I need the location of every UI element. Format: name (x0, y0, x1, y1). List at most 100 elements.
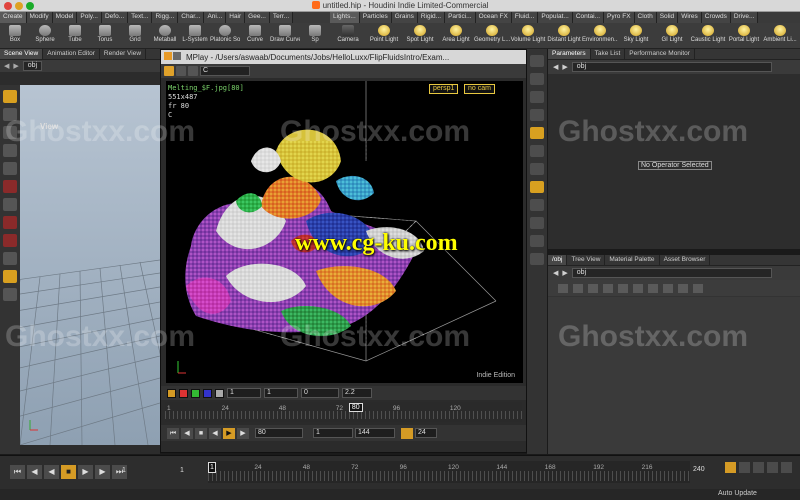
net-layout-icon[interactable] (558, 283, 568, 293)
camera-icon[interactable] (530, 145, 544, 157)
shelf-tab[interactable]: Char... (178, 12, 205, 23)
shelf-tool-button[interactable]: Caustic Light (690, 23, 726, 48)
shelf-tool-button[interactable]: Sky Light (618, 23, 654, 48)
shelf-tab[interactable]: Create (0, 12, 27, 23)
lock-icon[interactable] (530, 73, 544, 85)
shelf-tab[interactable]: Contai... (572, 12, 605, 23)
shelf-tab[interactable]: Rigg... (152, 12, 179, 23)
shelf-tool-button[interactable]: Spot Light (402, 23, 438, 48)
shelf-tab[interactable]: Fluid... (511, 12, 539, 23)
shelf-tool-button[interactable]: Distant Light (546, 23, 582, 48)
pane-tab[interactable]: Performance Monitor (625, 49, 695, 59)
shelf-tab[interactable]: Pyro FX (604, 12, 635, 23)
params-back-icon[interactable]: ◀ (553, 63, 558, 71)
shelf-tab[interactable]: Hair (226, 12, 246, 23)
pose-tool-icon[interactable] (3, 198, 17, 211)
net-flags-icon[interactable] (678, 283, 688, 293)
shelf-tool-button[interactable]: Sphere (30, 23, 60, 48)
pane-tab[interactable]: Render View (100, 49, 147, 59)
mplay-channel-select[interactable]: C (200, 66, 250, 76)
first-frame-icon[interactable]: ⏮ (167, 427, 179, 439)
shelf-tool-button[interactable]: Grid (120, 23, 150, 48)
shelf-tool-button[interactable]: Volume Light (510, 23, 546, 48)
points-icon[interactable] (530, 253, 544, 265)
shelf-tool-button[interactable]: Camera (330, 23, 366, 48)
shelf-tool-button[interactable]: Point Light (366, 23, 402, 48)
mplay-grid-icon[interactable] (176, 66, 186, 76)
shelf-tab[interactable]: Solid (656, 12, 679, 23)
left-path-field[interactable]: obj (22, 61, 43, 71)
shelf-tool-button[interactable]: Ambient Li... (762, 23, 798, 48)
net-snap-icon[interactable] (663, 283, 673, 293)
shelf-tab[interactable]: Text... (128, 12, 153, 23)
shelf-tool-button[interactable]: Draw Curve (270, 23, 300, 48)
black-point-field[interactable]: 0 (301, 388, 339, 398)
current-frame-field[interactable]: 80 (255, 428, 303, 438)
play-icon[interactable]: ▶ (223, 427, 235, 439)
pane-tab[interactable]: Scene View (0, 49, 44, 59)
shelf-tab[interactable]: Terr... (269, 12, 294, 23)
magnet-icon[interactable] (3, 234, 17, 247)
net-path-field[interactable]: obj (571, 268, 772, 278)
mplay-current-frame[interactable]: 80 (348, 403, 363, 412)
global-anim-icon[interactable] (753, 462, 764, 473)
handle-tool-icon[interactable] (3, 162, 17, 175)
play-back-icon[interactable]: ◀ (209, 427, 221, 439)
visibility-icon[interactable] (530, 199, 544, 211)
light-toggle-icon[interactable] (3, 288, 17, 301)
view-tool-icon[interactable] (3, 180, 17, 193)
back-arrow-icon[interactable]: ◀ (4, 62, 9, 70)
gamma-field[interactable]: 2.2 (342, 388, 372, 398)
channel-green-swatch[interactable] (191, 388, 200, 398)
wireframe-icon[interactable] (530, 91, 544, 103)
shelf-tab[interactable]: Populat... (538, 12, 573, 23)
display-icon[interactable] (530, 55, 544, 67)
net-find-icon[interactable] (693, 283, 703, 293)
shelf-tab[interactable]: Grains (391, 12, 418, 23)
timeline-start2-field[interactable]: 1 (180, 467, 184, 474)
no-cam-menu[interactable]: no cam (464, 84, 495, 94)
shelf-tab[interactable]: Cloth (634, 12, 657, 23)
shelf-tool-button[interactable]: Curve (240, 23, 270, 48)
realtime-toggle-icon[interactable] (739, 462, 750, 473)
shelf-tool-button[interactable]: Box (0, 23, 30, 48)
range-icon[interactable] (781, 462, 792, 473)
shelf-tool-button[interactable]: Portal Light (726, 23, 762, 48)
shelf-tool-button[interactable]: Geometry L... (474, 23, 510, 48)
tl-play-icon[interactable]: ▶ (78, 465, 93, 479)
forward-arrow-icon[interactable]: ▶ (13, 62, 18, 70)
timeline-end-field[interactable]: 240 (693, 466, 705, 473)
realtime-icon[interactable] (401, 427, 413, 439)
shelf-tool-button[interactable]: L-System (180, 23, 210, 48)
shelf-tab[interactable]: Ani... (204, 12, 227, 23)
tl-next-key-icon[interactable]: ▶ (95, 465, 110, 479)
shelf-tool-button[interactable]: Platonic Sol... (210, 23, 240, 48)
pane-tab[interactable]: Animation Editor (43, 49, 100, 59)
mplay-layout-icon[interactable] (173, 52, 181, 60)
tl-prev-key-icon[interactable]: ◀ (27, 465, 42, 479)
shelf-tab[interactable]: Gee... (245, 12, 270, 23)
net-grid-icon[interactable] (648, 283, 658, 293)
mplay-compare-icon[interactable] (188, 66, 198, 76)
shelf-tab[interactable]: Model (52, 12, 78, 23)
pane-tab[interactable]: Asset Browser (660, 255, 711, 265)
net-help-icon[interactable] (633, 283, 643, 293)
lighting-icon[interactable] (530, 127, 544, 139)
zoom-field[interactable]: 1 (227, 388, 261, 398)
shelf-tab[interactable]: Ocean FX (475, 12, 512, 23)
prev-frame-icon[interactable]: ◀ (181, 427, 193, 439)
timeline-start-field[interactable]: 1 (122, 467, 126, 474)
move-tool-icon[interactable] (3, 108, 17, 121)
select-tool-icon[interactable] (3, 90, 17, 103)
next-frame-icon[interactable]: ▶ (237, 427, 249, 439)
shading-icon[interactable] (530, 109, 544, 121)
shelf-tab[interactable]: Partici... (445, 12, 476, 23)
params-forward-icon[interactable]: ▶ (562, 63, 567, 71)
shelf-tab[interactable]: Modify (26, 12, 53, 23)
tl-stop-icon[interactable]: ■ (61, 465, 76, 479)
background-icon[interactable] (530, 181, 544, 193)
shelf-tab[interactable]: Defo... (101, 12, 129, 23)
mplay-menu-icon[interactable] (164, 52, 172, 60)
shelf-tool-button[interactable]: Tube (60, 23, 90, 48)
shelf-tool-button[interactable]: Metaball (150, 23, 180, 48)
